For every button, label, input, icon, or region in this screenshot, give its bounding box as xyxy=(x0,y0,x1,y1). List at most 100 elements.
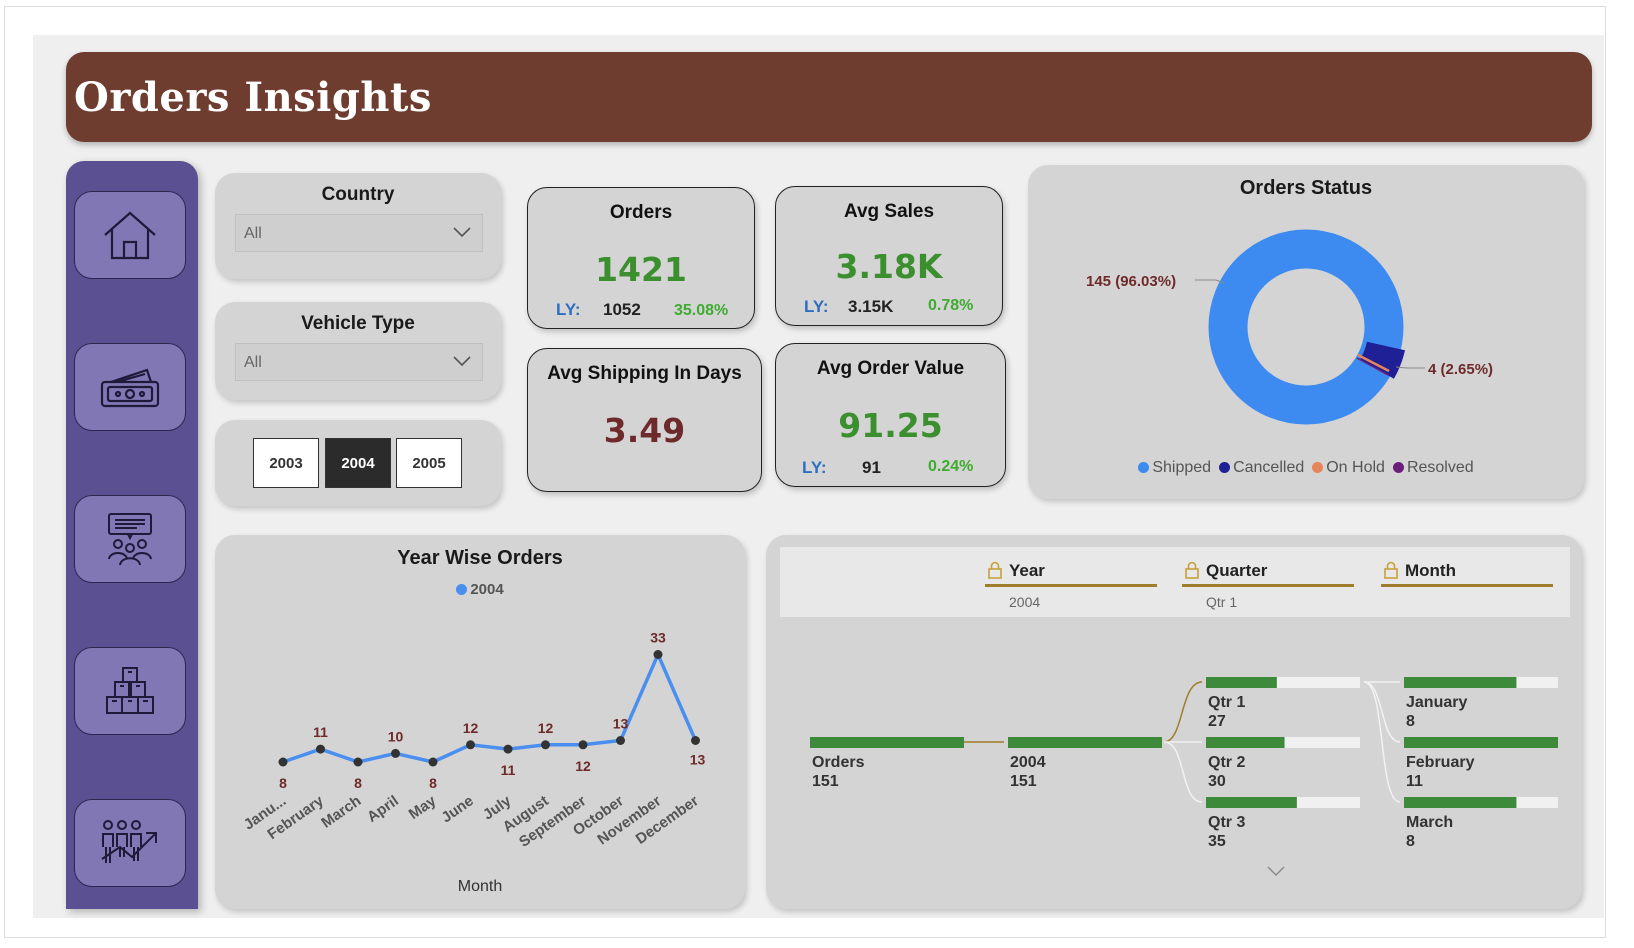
node-label-orders: Orders 151 xyxy=(812,754,865,790)
data-label: 8 xyxy=(429,775,437,791)
data-point[interactable] xyxy=(503,744,513,754)
growth-icon xyxy=(101,820,157,863)
connector-active xyxy=(1163,681,1203,743)
year-wise-orders-chart[interactable]: 811810812111212133313Janu...FebruaryMarc… xyxy=(215,535,745,909)
data-label: 11 xyxy=(501,762,516,778)
data-label: 8 xyxy=(279,775,287,791)
legend-dot xyxy=(1219,462,1231,473)
node-bar-month[interactable] xyxy=(1404,797,1517,808)
data-label: 13 xyxy=(613,716,629,732)
kpi-value: 1421 xyxy=(595,250,687,289)
nav-growth-button[interactable] xyxy=(74,799,186,887)
node-label-qtr2: Qtr 2 30 xyxy=(1208,754,1246,790)
legend-dot xyxy=(1312,462,1324,473)
data-point[interactable] xyxy=(316,744,325,754)
node-bar-month[interactable] xyxy=(1404,737,1558,748)
nav-products-button[interactable] xyxy=(74,647,186,735)
ly-label: LY: xyxy=(802,458,827,477)
meeting-icon xyxy=(108,513,152,566)
orders-status-donut[interactable]: 145 (96.03%) 4 (2.65%) xyxy=(1028,165,1584,499)
connector xyxy=(1363,681,1401,743)
ly-value: 91 xyxy=(862,458,881,477)
country-filter-card: Country All xyxy=(215,173,501,279)
label-leader-line xyxy=(1395,366,1425,369)
year-wise-orders-card: Year Wise Orders 2004 8 11 8 10 8 12 11 12 12 13 3… xyxy=(215,535,745,909)
node-label-january: January 8 xyxy=(1406,694,1468,730)
legend-item-shipped[interactable]: Shipped xyxy=(1138,459,1211,476)
node-label-qtr1: Qtr 1 27 xyxy=(1208,694,1246,730)
data-point[interactable] xyxy=(541,740,550,750)
data-label: 11 xyxy=(313,724,328,740)
vehicle-dropdown-value: All xyxy=(244,354,262,371)
node-bar-quarter[interactable] xyxy=(1206,737,1285,748)
year-slicer-card: 2003 2004 2005 xyxy=(215,420,501,506)
kpi-value: 91.25 xyxy=(838,406,943,445)
shipped-slice[interactable] xyxy=(1208,229,1404,425)
node-label-february: February 11 xyxy=(1406,754,1475,790)
nav-home-button[interactable] xyxy=(74,191,186,279)
nav-customers-button[interactable] xyxy=(74,495,186,583)
country-dropdown[interactable]: All xyxy=(235,214,483,252)
data-point[interactable] xyxy=(428,757,438,767)
vehicle-type-dropdown[interactable]: All xyxy=(235,343,483,381)
node-label-qtr3: Qtr 3 35 xyxy=(1208,814,1246,850)
ly-value: 3.15K xyxy=(848,297,894,316)
year-button-2004[interactable]: 2004 xyxy=(325,438,391,488)
legend-item-resolved[interactable]: Resolved xyxy=(1392,459,1474,476)
nav-sales-button[interactable] xyxy=(74,343,186,431)
legend-dot xyxy=(1392,462,1404,473)
scroll-down-chevron-icon[interactable] xyxy=(1266,865,1286,877)
node-bar-month[interactable] xyxy=(1404,677,1517,688)
x-tick-label: May xyxy=(406,792,440,823)
legend-item-on-hold[interactable]: On Hold xyxy=(1312,459,1385,476)
report-header: Orders Insights xyxy=(66,52,1592,142)
ly-value: 1052 xyxy=(603,300,641,319)
decomposition-tree-card: Year 2004 Quarter Qtr 1 Month Orders 151 … xyxy=(766,535,1582,909)
yoy-change: 0.24% xyxy=(928,458,974,475)
home-icon xyxy=(104,211,156,260)
avg-shipping-kpi-card: Avg Shipping In Days 3.49 xyxy=(527,348,762,492)
x-tick-label: March xyxy=(318,792,364,831)
node-bar-quarter[interactable] xyxy=(1206,677,1277,688)
data-point[interactable] xyxy=(691,736,700,745)
yoy-change: 0.78% xyxy=(928,297,974,314)
country-filter-label: Country xyxy=(321,184,395,205)
country-dropdown-value: All xyxy=(244,225,262,242)
shipped-data-label: 145 (96.03%) xyxy=(1086,273,1176,290)
cancelled-data-label: 4 (2.65%) xyxy=(1428,361,1493,378)
data-point[interactable] xyxy=(353,757,363,767)
data-point[interactable] xyxy=(653,650,663,659)
data-label: 10 xyxy=(388,728,404,744)
x-tick-label: June xyxy=(438,792,476,826)
data-label: 33 xyxy=(650,630,666,646)
data-point[interactable] xyxy=(616,736,625,745)
data-label: 12 xyxy=(463,720,479,736)
boxes-icon xyxy=(106,667,154,714)
data-label: 12 xyxy=(575,758,591,774)
node-bar-orders[interactable] xyxy=(810,737,964,748)
data-point[interactable] xyxy=(578,740,588,750)
kpi-title: Avg Order Value xyxy=(816,358,965,379)
vehicle-filter-label: Vehicle Type xyxy=(301,313,415,334)
node-bar-quarter[interactable] xyxy=(1206,797,1297,808)
avg-order-value-kpi-card: Avg Order Value 91.25 LY: 91 0.24% xyxy=(775,343,1006,487)
legend-item-cancelled[interactable]: Cancelled xyxy=(1219,459,1304,476)
series-line-2004 xyxy=(282,650,698,764)
connector xyxy=(1163,741,1203,803)
data-point[interactable] xyxy=(391,748,400,758)
nav-sidebar xyxy=(66,161,198,909)
year-button-2003[interactable]: 2003 xyxy=(253,438,319,488)
node-label-2004: 2004 151 xyxy=(1010,754,1046,790)
orders-status-legend: Shipped Cancelled On Hold Resolved xyxy=(1028,459,1584,477)
kpi-title: Avg Shipping In Days xyxy=(547,363,742,384)
ly-label: LY: xyxy=(556,300,581,319)
orders-status-card: Orders Status 145 (96.03%) 4 (2.65%) Shi… xyxy=(1028,165,1584,499)
data-point[interactable] xyxy=(466,740,475,750)
data-label: 13 xyxy=(690,752,706,768)
data-point[interactable] xyxy=(278,757,288,767)
x-tick-label: April xyxy=(364,792,402,826)
year-button-2005[interactable]: 2005 xyxy=(396,438,462,488)
node-bar-2004[interactable] xyxy=(1008,737,1162,748)
x-axis-title: Month xyxy=(457,878,503,895)
node-label-march: March 8 xyxy=(1406,814,1454,850)
